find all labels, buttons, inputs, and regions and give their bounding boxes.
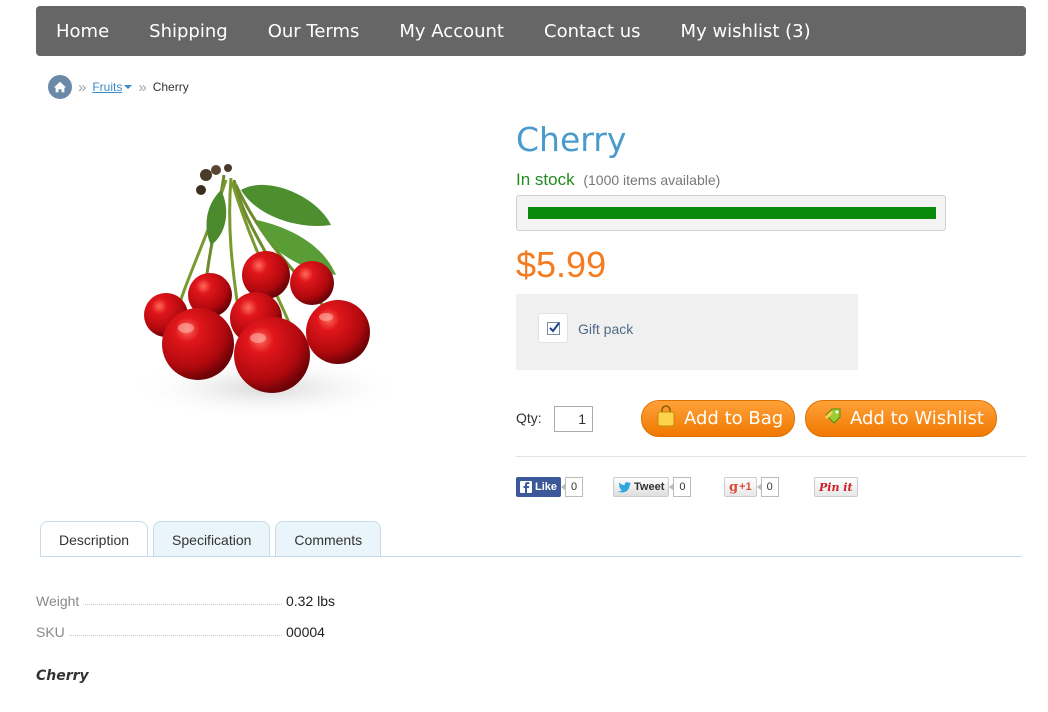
- stock-info: In stock (1000 items available): [516, 170, 720, 190]
- stock-count: (1000 items available): [583, 172, 721, 188]
- nav-item-contact-us[interactable]: Contact us: [544, 21, 641, 42]
- google-plus-icon: g: [729, 479, 739, 495]
- description-title: Cherry: [36, 668, 89, 684]
- facebook-like: Like 0: [516, 477, 584, 497]
- add-to-wishlist-button[interactable]: Add to Wishlist: [805, 400, 997, 437]
- breadcrumb-separator: »: [138, 78, 147, 96]
- tab-specification[interactable]: Specification: [153, 521, 271, 557]
- nav-item-shipping[interactable]: Shipping: [149, 21, 228, 42]
- product-image[interactable]: [106, 140, 416, 430]
- product-tabs: Description Specification Comments: [40, 521, 386, 557]
- tab-description[interactable]: Description: [40, 521, 149, 557]
- spec-value: 0.32 lbs: [286, 593, 336, 609]
- twitter-tweet: Tweet 0: [613, 477, 692, 497]
- nav-item-home[interactable]: Home: [56, 21, 109, 42]
- spec-key: Weight: [36, 593, 84, 609]
- add-to-bag-button[interactable]: Add to Bag: [641, 400, 795, 437]
- pin-it-button[interactable]: Pin it: [814, 477, 858, 497]
- product-title: Cherry: [516, 120, 627, 159]
- facebook-like-button[interactable]: Like: [516, 477, 562, 497]
- google-plus-button[interactable]: g +1: [724, 477, 757, 497]
- spec-row-weight: Weight 0.32 lbs: [36, 589, 456, 609]
- home-icon[interactable]: [48, 75, 72, 99]
- tweet-count: 0: [669, 477, 692, 497]
- shopping-bag-icon: [656, 405, 676, 432]
- twitter-bird-icon: [618, 481, 631, 492]
- tweet-button[interactable]: Tweet: [613, 477, 670, 497]
- nav-item-our-terms[interactable]: Our Terms: [268, 21, 360, 42]
- stock-status: In stock: [516, 170, 575, 189]
- breadcrumb: » Fruits » Cherry: [48, 75, 189, 99]
- quantity-label: Qty:: [516, 410, 542, 426]
- stock-level-fill: [528, 207, 936, 219]
- facebook-like-count: 0: [560, 477, 584, 497]
- facebook-like-label: Like: [535, 481, 558, 493]
- nav-item-my-account[interactable]: My Account: [399, 21, 504, 42]
- product-price: $5.99: [516, 244, 607, 285]
- spec-key: SKU: [36, 624, 69, 640]
- tabs-underline: [40, 556, 1022, 557]
- breadcrumb-current: Cherry: [152, 80, 189, 94]
- cherries-image: [126, 164, 406, 420]
- tab-comments[interactable]: Comments: [275, 521, 382, 557]
- gift-pack-option: Gift pack: [516, 294, 858, 370]
- breadcrumb-category-link[interactable]: Fruits: [92, 80, 122, 94]
- gift-tag-icon: [824, 407, 842, 430]
- divider: [516, 456, 1026, 457]
- google-plus-count: 0: [756, 477, 779, 497]
- nav-item-my-wishlist[interactable]: My wishlist (3): [681, 21, 811, 42]
- spec-value: 00004: [286, 624, 325, 640]
- tweet-label: Tweet: [634, 481, 665, 493]
- google-plus-label: +1: [739, 481, 752, 493]
- add-to-bag-label: Add to Bag: [684, 408, 784, 429]
- stock-level-bar: [516, 195, 946, 231]
- gift-pack-label[interactable]: Gift pack: [578, 321, 633, 337]
- gift-pack-checkbox[interactable]: [538, 313, 568, 343]
- chevron-down-icon[interactable]: [124, 85, 133, 89]
- spec-row-sku: SKU 00004: [36, 620, 456, 640]
- add-to-wishlist-label: Add to Wishlist: [850, 408, 984, 429]
- google-plus-one: g +1 0: [724, 477, 779, 497]
- top-navigation: Home Shipping Our Terms My Account Conta…: [36, 6, 1026, 56]
- breadcrumb-separator: »: [78, 78, 87, 96]
- quantity-input[interactable]: [554, 406, 593, 432]
- pinterest-pin: Pin it: [814, 477, 858, 497]
- facebook-icon: [520, 481, 532, 493]
